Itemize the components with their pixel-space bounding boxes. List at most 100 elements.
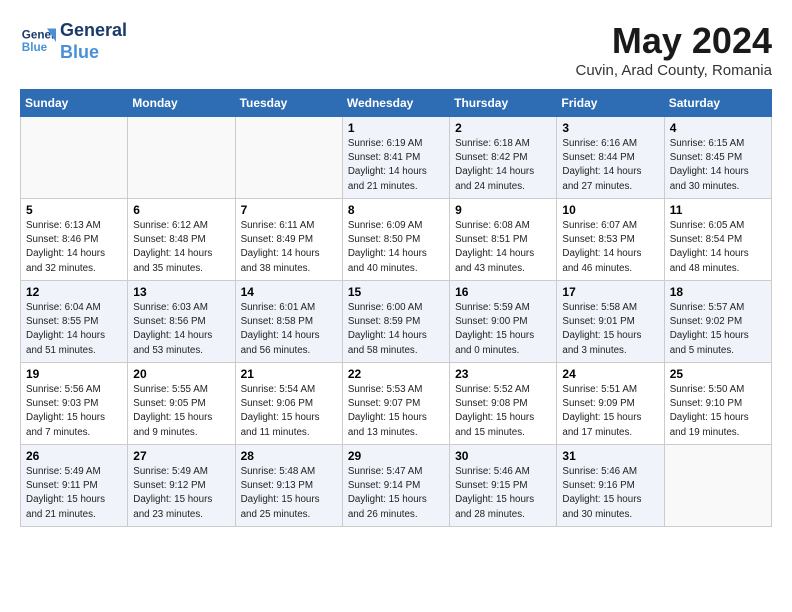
calendar-day-cell: 8 Sunrise: 6:09 AM Sunset: 8:50 PM Daylig… [342,199,449,281]
day-of-week-header: Wednesday [342,90,449,117]
calendar-day-cell: 29 Sunrise: 5:47 AM Sunset: 9:14 PM Dayli… [342,445,449,527]
calendar-day-cell: 12 Sunrise: 6:04 AM Sunset: 8:55 PM Dayli… [21,281,128,363]
day-info: Sunrise: 5:46 AM Sunset: 9:16 PM Dayligh… [562,465,658,522]
day-number: 4 [670,121,766,135]
day-info: Sunrise: 6:19 AM Sunset: 8:41 PM Dayligh… [348,137,444,194]
day-of-week-header: Sunday [21,90,128,117]
calendar-day-cell: 16Sunrise: 5:59 AM Sunset: 9:00 PM Dayli… [450,281,557,363]
day-info: Sunrise: 5:48 AM Sunset: 9:13 PM Dayligh… [241,465,337,522]
calendar-day-cell: 14Sunrise: 6:01 AM Sunset: 8:58 PM Dayli… [235,281,342,363]
page-header: General Blue General Blue May 2024 Cuvin… [20,20,772,79]
calendar-day-cell: 13 Sunrise: 6:03 AM Sunset: 8:56 PM Dayli… [128,281,235,363]
calendar-day-cell: 2Sunrise: 6:18 AM Sunset: 8:42 PM Daylig… [450,117,557,199]
logo: General Blue General Blue [20,20,127,63]
calendar-day-cell: 4 Sunrise: 6:15 AM Sunset: 8:45 PM Daylig… [664,117,771,199]
day-info: Sunrise: 5:47 AM Sunset: 9:14 PM Dayligh… [348,465,444,522]
day-info: Sunrise: 6:01 AM Sunset: 8:58 PM Dayligh… [241,301,337,358]
day-number: 16 [455,285,551,299]
day-number: 31 [562,449,658,463]
day-number: 18 [670,285,766,299]
day-number: 8 [348,203,444,217]
day-number: 5 [26,203,122,217]
calendar-day-cell: 3 Sunrise: 6:16 AM Sunset: 8:44 PM Daylig… [557,117,664,199]
calendar-day-cell: 6Sunrise: 6:12 AM Sunset: 8:48 PM Daylig… [128,199,235,281]
day-number: 3 [562,121,658,135]
day-info: Sunrise: 5:46 AM Sunset: 9:15 PM Dayligh… [455,465,551,522]
day-number: 17 [562,285,658,299]
day-info: Sunrise: 6:03 AM Sunset: 8:56 PM Dayligh… [133,301,229,358]
day-info: Sunrise: 6:09 AM Sunset: 8:50 PM Dayligh… [348,219,444,276]
calendar-week-row: 5 Sunrise: 6:13 AM Sunset: 8:46 PM Daylig… [21,199,772,281]
calendar-day-cell: 26Sunrise: 5:49 AM Sunset: 9:11 PM Dayli… [21,445,128,527]
calendar-day-cell: 31 Sunrise: 5:46 AM Sunset: 9:16 PM Dayli… [557,445,664,527]
calendar-day-cell: 15Sunrise: 6:00 AM Sunset: 8:59 PM Dayli… [342,281,449,363]
day-info: Sunrise: 6:04 AM Sunset: 8:55 PM Dayligh… [26,301,122,358]
calendar-day-cell: 20 Sunrise: 5:55 AM Sunset: 9:05 PM Dayli… [128,363,235,445]
calendar-day-cell [235,117,342,199]
calendar-day-cell: 23 Sunrise: 5:52 AM Sunset: 9:08 PM Dayli… [450,363,557,445]
calendar-day-cell [21,117,128,199]
day-info: Sunrise: 6:11 AM Sunset: 8:49 PM Dayligh… [241,219,337,276]
logo-icon: General Blue [20,24,56,60]
day-number: 15 [348,285,444,299]
day-number: 13 [133,285,229,299]
day-number: 20 [133,367,229,381]
day-of-week-header: Tuesday [235,90,342,117]
calendar-day-cell: 24 Sunrise: 5:51 AM Sunset: 9:09 PM Dayli… [557,363,664,445]
day-info: Sunrise: 6:12 AM Sunset: 8:48 PM Dayligh… [133,219,229,276]
calendar-table: SundayMondayTuesdayWednesdayThursdayFrid… [20,89,772,527]
calendar-week-row: 19Sunrise: 5:56 AM Sunset: 9:03 PM Dayli… [21,363,772,445]
calendar-week-row: 1Sunrise: 6:19 AM Sunset: 8:41 PM Daylig… [21,117,772,199]
day-number: 12 [26,285,122,299]
calendar-day-cell: 27 Sunrise: 5:49 AM Sunset: 9:12 PM Dayli… [128,445,235,527]
calendar-day-cell [664,445,771,527]
day-of-week-header: Thursday [450,90,557,117]
location: Cuvin, Arad County, Romania [576,62,773,79]
day-info: Sunrise: 6:07 AM Sunset: 8:53 PM Dayligh… [562,219,658,276]
day-info: Sunrise: 5:55 AM Sunset: 9:05 PM Dayligh… [133,383,229,440]
day-of-week-header: Saturday [664,90,771,117]
calendar-day-cell: 25 Sunrise: 5:50 AM Sunset: 9:10 PM Dayli… [664,363,771,445]
day-number: 7 [241,203,337,217]
day-info: Sunrise: 6:08 AM Sunset: 8:51 PM Dayligh… [455,219,551,276]
day-number: 19 [26,367,122,381]
day-number: 24 [562,367,658,381]
day-number: 29 [348,449,444,463]
day-number: 11 [670,203,766,217]
calendar-day-cell [128,117,235,199]
day-info: Sunrise: 6:15 AM Sunset: 8:45 PM Dayligh… [670,137,766,194]
calendar-day-cell: 17 Sunrise: 5:58 AM Sunset: 9:01 PM Dayli… [557,281,664,363]
day-info: Sunrise: 6:16 AM Sunset: 8:44 PM Dayligh… [562,137,658,194]
day-number: 9 [455,203,551,217]
logo-text: General Blue [60,20,127,63]
day-info: Sunrise: 6:05 AM Sunset: 8:54 PM Dayligh… [670,219,766,276]
day-info: Sunrise: 5:51 AM Sunset: 9:09 PM Dayligh… [562,383,658,440]
day-number: 21 [241,367,337,381]
calendar-week-row: 12 Sunrise: 6:04 AM Sunset: 8:55 PM Dayli… [21,281,772,363]
calendar-day-cell: 21Sunrise: 5:54 AM Sunset: 9:06 PM Dayli… [235,363,342,445]
day-number: 28 [241,449,337,463]
calendar-day-cell: 18Sunrise: 5:57 AM Sunset: 9:02 PM Dayli… [664,281,771,363]
day-number: 25 [670,367,766,381]
title-block: May 2024 Cuvin, Arad County, Romania [576,20,773,79]
calendar-day-cell: 5 Sunrise: 6:13 AM Sunset: 8:46 PM Daylig… [21,199,128,281]
calendar-day-cell: 22Sunrise: 5:53 AM Sunset: 9:07 PM Dayli… [342,363,449,445]
calendar-day-cell: 30Sunrise: 5:46 AM Sunset: 9:15 PM Dayli… [450,445,557,527]
day-number: 22 [348,367,444,381]
calendar-day-cell: 19Sunrise: 5:56 AM Sunset: 9:03 PM Dayli… [21,363,128,445]
day-info: Sunrise: 5:52 AM Sunset: 9:08 PM Dayligh… [455,383,551,440]
calendar-day-cell: 28 Sunrise: 5:48 AM Sunset: 9:13 PM Dayli… [235,445,342,527]
calendar-week-row: 26Sunrise: 5:49 AM Sunset: 9:11 PM Dayli… [21,445,772,527]
day-info: Sunrise: 5:49 AM Sunset: 9:12 PM Dayligh… [133,465,229,522]
svg-text:Blue: Blue [22,41,48,54]
day-info: Sunrise: 5:50 AM Sunset: 9:10 PM Dayligh… [670,383,766,440]
day-of-week-header: Monday [128,90,235,117]
day-number: 10 [562,203,658,217]
calendar-day-cell: 7 Sunrise: 6:11 AM Sunset: 8:49 PM Daylig… [235,199,342,281]
calendar-header-row: SundayMondayTuesdayWednesdayThursdayFrid… [21,90,772,117]
day-number: 23 [455,367,551,381]
day-info: Sunrise: 6:13 AM Sunset: 8:46 PM Dayligh… [26,219,122,276]
day-info: Sunrise: 6:18 AM Sunset: 8:42 PM Dayligh… [455,137,551,194]
day-info: Sunrise: 5:58 AM Sunset: 9:01 PM Dayligh… [562,301,658,358]
day-number: 27 [133,449,229,463]
